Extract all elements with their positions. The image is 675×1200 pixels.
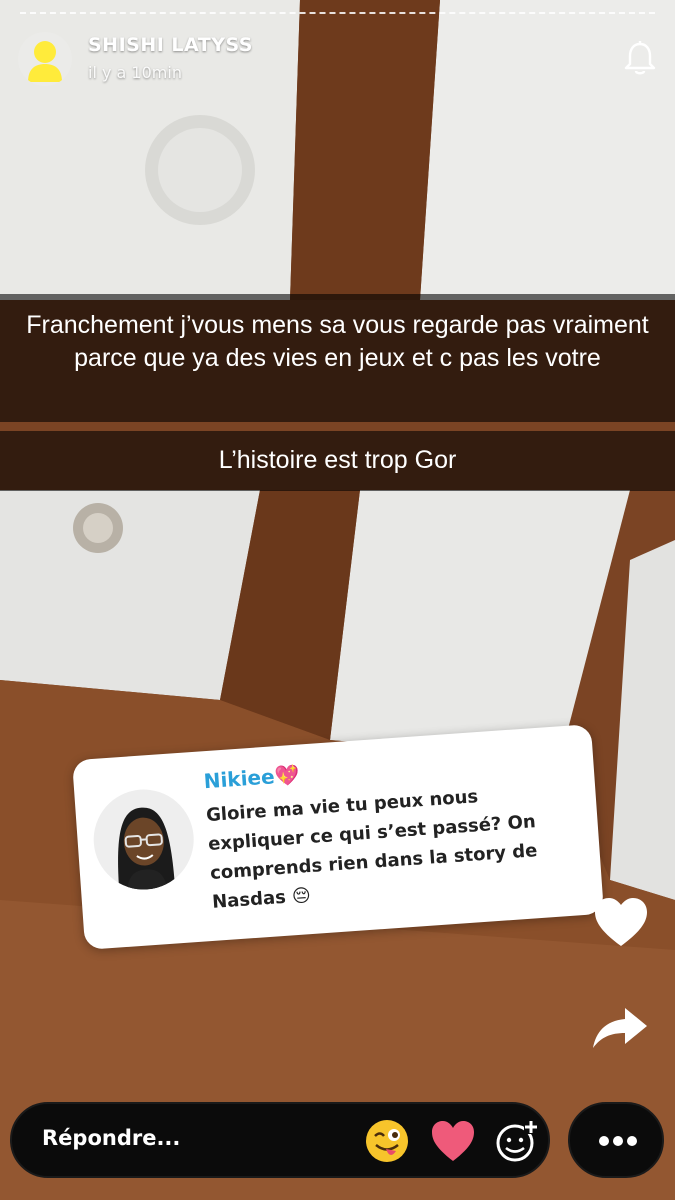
sticker-sender-name: Nikiee💖 [202,762,301,794]
story-caption-1: Franchement j’vous mens sa vous regarde … [0,294,675,422]
story-header: SHISHI LATYSS il y a 10min [18,30,657,90]
user-name[interactable]: SHISHI LATYSS [88,34,253,56]
ghost-silhouette-icon [28,41,62,82]
story-progress-bar [20,12,655,14]
sticker-message: Gloire ma vie tu peux nous expliquer ce … [205,786,539,913]
share-arrow-icon[interactable] [591,1004,649,1052]
reply-placeholder: Répondre... [42,1126,181,1150]
avatar[interactable] [18,32,72,86]
heart-icon[interactable] [593,896,649,948]
more-dots-icon [599,1136,637,1146]
story-caption-2: L’histoire est trop Gor [0,431,675,491]
story-background-photo [0,0,675,1200]
post-time: il y a 10min [88,63,182,82]
reply-sticker[interactable]: Nikiee💖 Gloire ma vie tu peux nous expli… [72,724,604,950]
heart-emoji[interactable] [430,1118,476,1164]
more-options-button[interactable] [568,1102,664,1178]
tongue-wink-emoji[interactable] [364,1118,410,1164]
bell-icon[interactable] [623,40,657,76]
bitmoji-avatar [90,786,198,893]
add-sticker-icon[interactable] [494,1118,540,1164]
reply-input[interactable]: Répondre... [10,1102,550,1178]
